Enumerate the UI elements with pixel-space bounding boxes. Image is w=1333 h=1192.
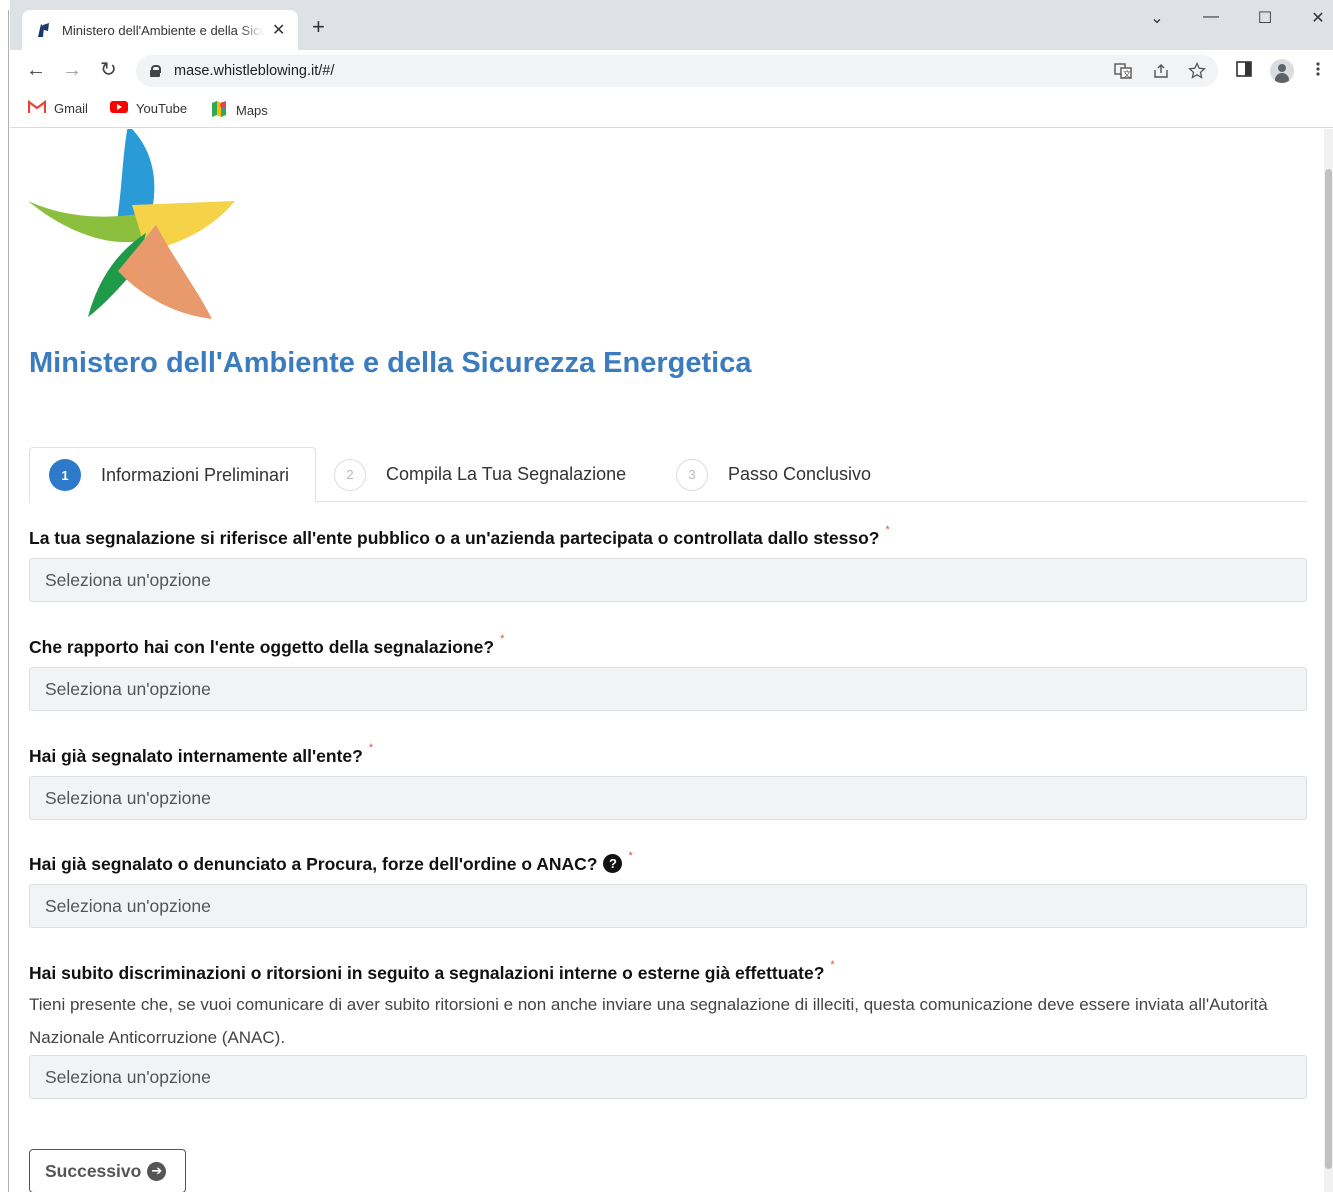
menu-kebab-icon[interactable] <box>1315 60 1321 83</box>
select-ritorsioni[interactable]: Seleziona un'opzione <box>29 1055 1307 1099</box>
select-placeholder: Seleziona un'opzione <box>45 1066 211 1087</box>
profile-avatar-icon[interactable] <box>1270 59 1294 83</box>
select-rapporto-ente[interactable]: Seleziona un'opzione <box>29 667 1307 711</box>
share-icon[interactable] <box>1152 62 1170 85</box>
select-ente-pubblico[interactable]: Seleziona un'opzione <box>29 558 1307 602</box>
page-title: Ministero dell'Ambiente e della Sicurezz… <box>29 347 752 379</box>
question-text: Che rapporto hai con l'ente oggetto dell… <box>29 637 495 657</box>
side-panel-icon[interactable] <box>1235 60 1253 83</box>
required-marker: * <box>885 524 890 536</box>
bookmark-youtube[interactable]: YouTube <box>110 100 187 117</box>
tab-title: Ministero dell'Ambiente e della Sicurezz… <box>62 22 264 38</box>
required-marker: * <box>628 850 633 862</box>
question-help-icon[interactable]: ? <box>603 854 623 873</box>
bookmark-maps[interactable]: Maps <box>210 100 268 121</box>
tab-search-icon[interactable]: ⌄ <box>1142 8 1172 28</box>
next-button[interactable]: Successivo ➔ <box>29 1149 186 1192</box>
required-marker: * <box>368 742 374 754</box>
select-placeholder: Seleziona un'opzione <box>45 678 211 699</box>
browser-toolbar: ← → ↻ mase.whistleblowing.it/#/ 文 <box>10 50 1333 92</box>
question-description: Tieni presente che, se vuoi comunicare d… <box>29 995 1268 1047</box>
bookmarks-bar: Gmail YouTube Maps <box>10 92 1333 128</box>
question-label: Hai già segnalato internamente all'ente?… <box>29 742 1307 767</box>
question-label: Che rapporto hai con l'ente oggetto dell… <box>29 633 1307 658</box>
select-segnalato-internamente[interactable]: Seleziona un'opzione <box>29 776 1307 820</box>
new-tab-button[interactable]: + <box>312 16 325 38</box>
select-placeholder: Seleziona un'opzione <box>45 787 211 808</box>
select-placeholder: Seleziona un'opzione <box>45 895 211 916</box>
youtube-icon <box>110 100 128 117</box>
question-ente-pubblico: La tua segnalazione si riferisce all'ent… <box>29 524 1307 602</box>
page-content: Ministero dell'Ambiente e della Sicurezz… <box>10 129 1323 1192</box>
maps-icon <box>210 100 228 121</box>
question-segnalato-internamente: Hai già segnalato internamente all'ente?… <box>29 742 1307 820</box>
next-button-label: Successivo <box>45 1160 142 1181</box>
step-tab-2[interactable]: 2 Compila La Tua Segnalazione <box>334 447 626 502</box>
question-ritorsioni: Hai subito discriminazioni o ritorsioni … <box>29 959 1307 1099</box>
bookmark-label: Maps <box>236 103 268 118</box>
step-number: 1 <box>49 459 81 491</box>
question-denunciato-anac: Hai già segnalato o denunciato a Procura… <box>29 850 1307 928</box>
step-label: Compila La Tua Segnalazione <box>386 464 627 484</box>
minimize-button[interactable]: — <box>1196 8 1226 26</box>
forward-button[interactable]: → <box>62 59 82 81</box>
window-edge <box>0 0 10 1192</box>
ministry-logo <box>28 129 235 319</box>
gmail-icon <box>27 99 47 117</box>
question-rapporto-ente: Che rapporto hai con l'ente oggetto dell… <box>29 633 1307 711</box>
select-denunciato-anac[interactable]: Seleziona un'opzione <box>29 884 1307 928</box>
address-bar[interactable]: mase.whistleblowing.it/#/ 文 <box>136 55 1218 87</box>
bookmark-label: YouTube <box>136 101 188 116</box>
required-marker: * <box>500 633 505 645</box>
wizard-steps: 1 Informazioni Preliminari 2 Compila La … <box>29 447 1307 503</box>
step-tab-3[interactable]: 3 Passo Conclusivo <box>676 447 871 502</box>
browser-tab[interactable]: Ministero dell'Ambiente e della Sicurezz… <box>22 10 298 50</box>
step-number: 3 <box>676 458 708 491</box>
step-tab-1[interactable]: 1 Informazioni Preliminari <box>29 447 316 503</box>
select-placeholder: Seleziona un'opzione <box>45 569 211 590</box>
step-label: Passo Conclusivo <box>728 464 872 484</box>
question-text: La tua segnalazione si riferisce all'ent… <box>29 528 880 548</box>
step-label: Informazioni Preliminari <box>101 464 290 485</box>
close-window-button[interactable]: ✕ <box>1303 8 1333 28</box>
svg-text:文: 文 <box>1123 69 1131 79</box>
reload-button[interactable]: ↻ <box>100 59 117 81</box>
page-scrollbar[interactable] <box>1324 129 1333 1192</box>
question-text: Hai subito discriminazioni o ritorsioni … <box>29 963 825 983</box>
step-number: 2 <box>334 458 366 491</box>
maximize-button[interactable]: ☐ <box>1250 8 1280 28</box>
lock-icon[interactable] <box>150 65 161 77</box>
bookmark-label: Gmail <box>54 101 88 116</box>
site-favicon-icon <box>34 21 52 39</box>
question-label: Hai già segnalato o denunciato a Procura… <box>29 850 1307 875</box>
question-label: La tua segnalazione si riferisce all'ent… <box>29 524 1307 549</box>
browser-tab-strip: Ministero dell'Ambiente e della Sicurezz… <box>0 0 1333 50</box>
scrollbar-thumb[interactable] <box>1325 169 1332 1169</box>
translate-icon[interactable]: 文 <box>1114 62 1132 85</box>
question-text: Hai già segnalato o denunciato a Procura… <box>29 854 598 874</box>
back-button[interactable]: ← <box>26 59 46 81</box>
url-text: mase.whistleblowing.it/#/ <box>174 63 335 79</box>
required-marker: * <box>830 959 835 971</box>
question-label: Hai subito discriminazioni o ritorsioni … <box>29 959 1307 984</box>
bookmark-gmail[interactable]: Gmail <box>27 99 88 117</box>
tab-close-icon[interactable]: ✕ <box>272 20 285 40</box>
bookmark-star-icon[interactable] <box>1188 61 1206 85</box>
question-text: Hai già segnalato internamente all'ente? <box>29 746 363 766</box>
arrow-right-circle-icon: ➔ <box>147 1161 167 1181</box>
